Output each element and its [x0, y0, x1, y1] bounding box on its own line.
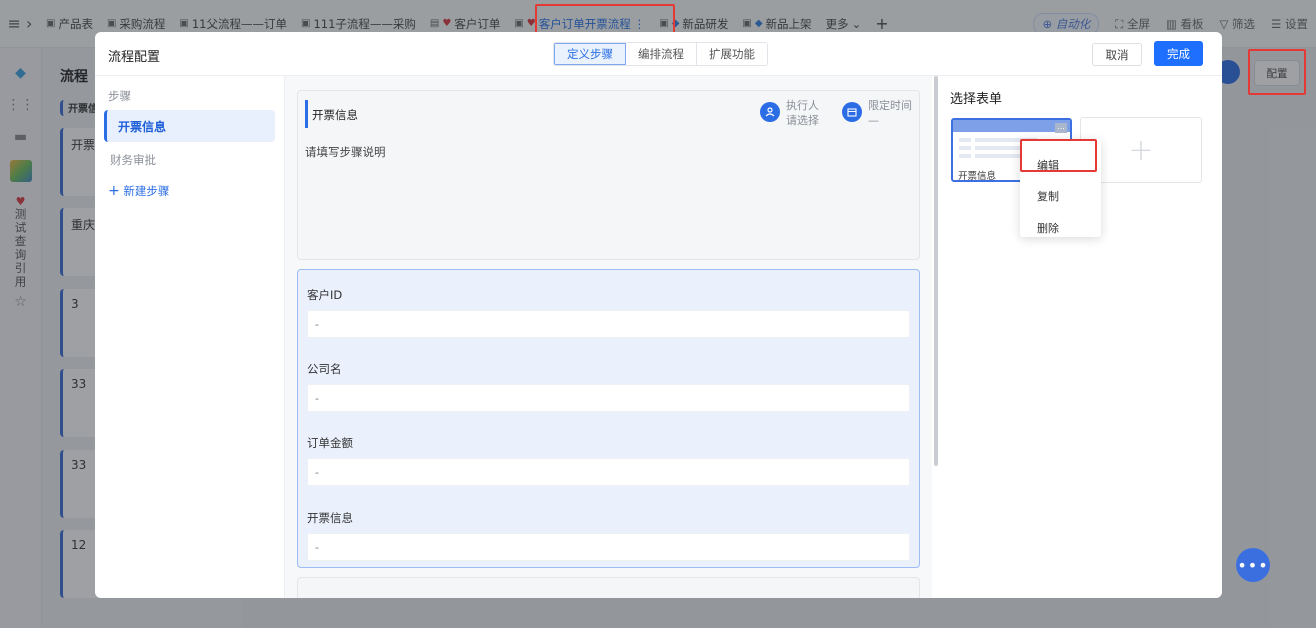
field-label-company: 公司名 [307, 362, 342, 376]
thumbnail-line [959, 154, 971, 158]
field-input-order-amount[interactable]: - [307, 458, 910, 486]
time-limit-label: 限定时间 [868, 99, 912, 112]
menu-item-copy[interactable]: 复制 [1037, 188, 1059, 204]
modal-title: 流程配置 [108, 50, 161, 65]
add-step-label: 新建步骤 [123, 184, 170, 198]
executor-label: 执行人 [786, 99, 819, 112]
tab-arrange-flow[interactable]: 编排流程 [626, 43, 697, 65]
flow-config-modal: 流程配置 定义步骤 编排流程 扩展功能 取消 完成 步骤 开票信息 财务审批 +… [95, 32, 1222, 598]
field-label-customer-id: 客户ID [307, 288, 343, 302]
thumbnail-line [959, 138, 971, 142]
cancel-button[interactable]: 取消 [1092, 43, 1142, 66]
step-item-finance-approval[interactable]: 财务审批 [110, 152, 156, 168]
select-form-title: 选择表单 [950, 92, 1003, 107]
field-label-invoice-info: 开票信息 [307, 511, 353, 525]
done-button[interactable]: 完成 [1154, 41, 1203, 66]
field-input-invoice-info[interactable]: - [307, 533, 910, 561]
next-card [297, 577, 920, 598]
step-title[interactable]: 开票信息 [312, 107, 358, 123]
config-segmented-control: 定义步骤 编排流程 扩展功能 [553, 42, 768, 66]
form-fields-card: 客户ID - 公司名 - 订单金额 - 开票信息 - [297, 269, 920, 568]
step-item-invoice-info[interactable]: 开票信息 [104, 110, 275, 142]
steps-header: 步骤 [108, 89, 131, 103]
form-thumbnail-name: 开票信息 [958, 171, 997, 182]
field-input-customer-id[interactable]: - [307, 310, 910, 338]
plus-icon: + [108, 183, 120, 199]
field-label-order-amount: 订单金额 [307, 436, 353, 450]
form-context-menu: 编辑 复制 删除 [1020, 139, 1101, 237]
menu-item-delete[interactable]: 删除 [1037, 220, 1059, 236]
plus-icon: + [1128, 132, 1154, 168]
step-info-card[interactable]: 开票信息 请填写步骤说明 执行人 请选择 限定时间 — [297, 90, 920, 260]
step-description[interactable]: 请填写步骤说明 [305, 144, 386, 160]
user-icon [760, 102, 780, 122]
menu-item-edit[interactable]: 编辑 [1037, 157, 1059, 173]
add-step-button[interactable]: + 新建步骤 [108, 183, 169, 199]
time-limit-value[interactable]: — [868, 114, 879, 128]
thumbnail-line [959, 146, 971, 150]
tab-extensions[interactable]: 扩展功能 [697, 43, 767, 65]
calendar-icon [842, 102, 862, 122]
steps-sidebar: 步骤 开票信息 财务审批 + 新建步骤 [95, 76, 285, 598]
step-accent-bar [305, 100, 308, 128]
chat-fab-button[interactable]: ••• [1236, 548, 1270, 582]
more-icon[interactable]: ... [1055, 123, 1067, 133]
step-editor: 开票信息 请填写步骤说明 执行人 请选择 限定时间 — 客户ID - 公司名 -… [285, 76, 932, 598]
modal-header: 流程配置 定义步骤 编排流程 扩展功能 取消 完成 [95, 32, 1222, 76]
executor-value[interactable]: 请选择 [786, 114, 819, 128]
field-input-company[interactable]: - [307, 384, 910, 412]
tab-define-steps[interactable]: 定义步骤 [554, 43, 626, 65]
